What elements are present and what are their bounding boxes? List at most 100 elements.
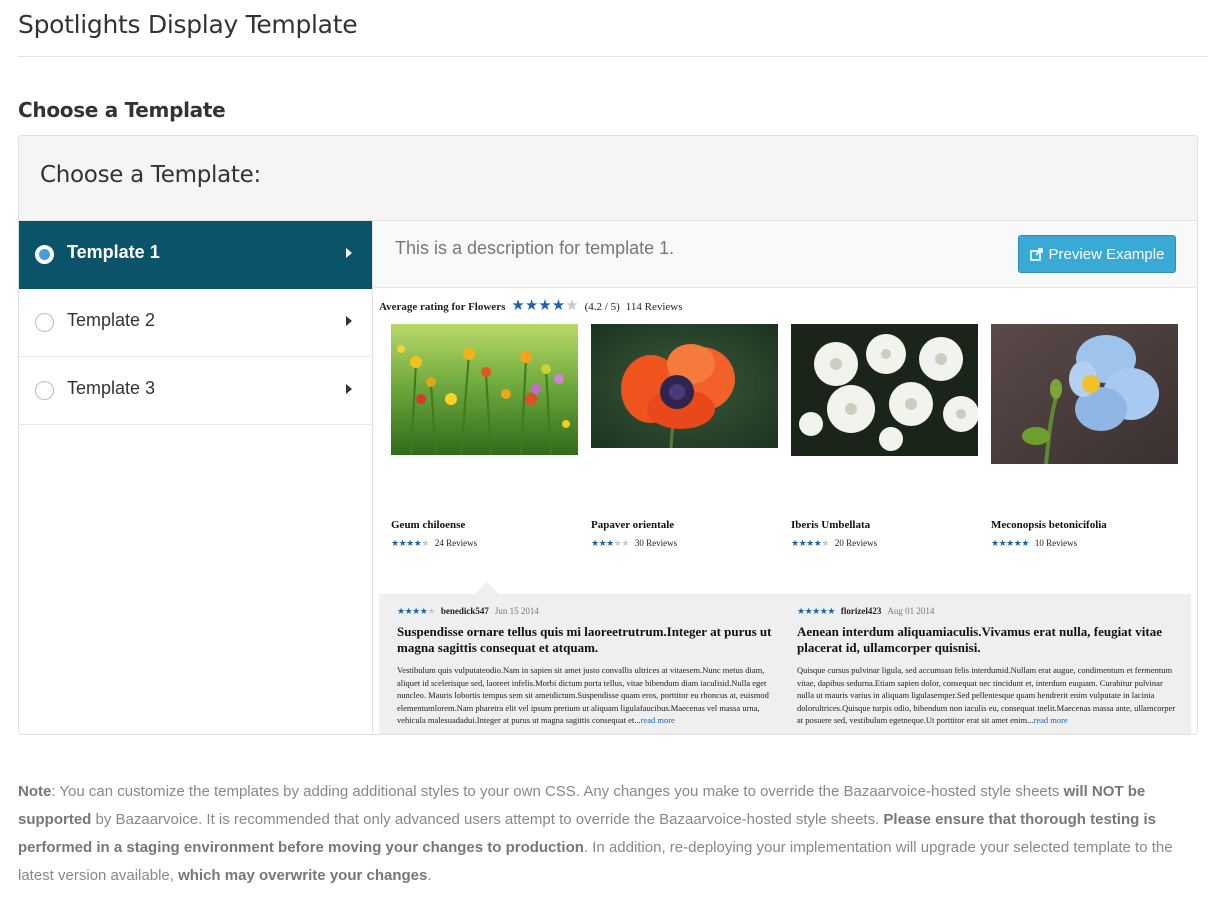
- product-rating-stars: ★ ★ ★ ★ ★: [991, 537, 1029, 548]
- star-filled-icon: ★: [413, 537, 422, 548]
- section-title: Choose a Template: [18, 98, 226, 122]
- preview-example-label: Preview Example: [1048, 245, 1165, 263]
- star-filled-icon: ★: [812, 605, 820, 616]
- note-text-1: : You can customize the templates by add…: [51, 783, 1064, 800]
- template-option-2[interactable]: Template 2: [19, 289, 372, 357]
- template-description-bar: This is a description for template 1. Pr…: [373, 221, 1197, 288]
- review-body: Quisque cursus pulvinar ligula, sed accu…: [797, 664, 1179, 727]
- star-filled-icon: ★: [991, 537, 999, 548]
- template-option-label: Template 2: [67, 310, 156, 330]
- star-filled-icon: ★: [797, 605, 805, 616]
- product-name[interactable]: Meconopsis betonicifolia: [991, 519, 1107, 531]
- star-empty-icon: ★: [821, 537, 829, 548]
- template-description: This is a description for template 1.: [395, 238, 675, 258]
- product-name[interactable]: Geum chiloense: [391, 519, 465, 531]
- product-card[interactable]: Meconopsis betonicifolia ★ ★ ★ ★ ★ 10 Review…: [991, 324, 1179, 548]
- product-card[interactable]: Iberis Umbellata ★ ★ ★ ★ ★ 20 Reviews: [791, 324, 979, 548]
- read-more-link[interactable]: read more: [1034, 715, 1068, 725]
- note-text-4: .: [427, 867, 432, 884]
- reviews-section: ★ ★ ★ ★ ★ benedick547 Jun 15 2014 Suspendiss…: [379, 582, 1191, 734]
- review-rating-stars: ★ ★ ★ ★ ★: [797, 605, 835, 616]
- star-filled-icon: ★: [406, 537, 414, 548]
- star-filled-icon: ★: [419, 605, 428, 616]
- white-flowers-image[interactable]: [791, 324, 978, 456]
- template-option-1[interactable]: Template 1: [19, 221, 372, 289]
- review-body: Vestibulum quis vulputateodio.Nam in sap…: [397, 664, 779, 727]
- star-filled-icon: ★: [791, 537, 799, 548]
- product-card[interactable]: Papaver orientale ★ ★ ★ ★ ★ 30 Reviews: [591, 324, 779, 548]
- star-filled-icon: ★: [1013, 537, 1022, 548]
- wildflower-meadow-image[interactable]: [391, 324, 578, 455]
- product-rating: ★ ★ ★ ★ ★ 10 Reviews: [991, 538, 1077, 548]
- external-link-icon: [1029, 247, 1043, 261]
- template-option-label: Template 3: [67, 378, 156, 398]
- template-chooser-panel: Choose a Template: Template 1 Template 2…: [18, 135, 1198, 735]
- chevron-right-icon[interactable]: ›: [1177, 467, 1186, 492]
- red-poppy-image[interactable]: [591, 324, 778, 448]
- note-bold-3: which may overwrite your changes: [178, 867, 428, 884]
- star-filled-icon: ★: [819, 605, 828, 616]
- product-rating-stars: ★ ★ ★ ★ ★: [391, 537, 429, 548]
- average-rating-label: Average rating for Flowers: [379, 300, 506, 313]
- chevron-right-icon: [346, 248, 352, 258]
- star-filled-icon: ★: [397, 605, 405, 616]
- average-rating-stars: ★ ★ ★ ★ ★: [511, 299, 578, 314]
- product-rating: ★ ★ ★ ★ ★ 24 Reviews: [391, 538, 477, 548]
- product-name[interactable]: Iberis Umbellata: [791, 519, 870, 531]
- template-list: Template 1 Template 2 Template 3: [19, 221, 373, 734]
- star-empty-icon: ★: [621, 537, 629, 548]
- review-meta: ★ ★ ★ ★ ★ benedick547 Jun 15 2014: [397, 606, 779, 616]
- star-filled-icon: ★: [804, 605, 813, 616]
- star-filled-icon: ★: [524, 298, 539, 314]
- star-empty-icon: ★: [427, 605, 435, 616]
- preview-example-button[interactable]: Preview Example: [1018, 235, 1176, 273]
- star-filled-icon: ★: [511, 298, 525, 314]
- review-text: Quisque cursus pulvinar ligula, sed accu…: [797, 665, 1176, 725]
- product-review-count: 20 Reviews: [834, 538, 878, 548]
- review-author: florizel423: [840, 606, 882, 616]
- note-lead: Note: [18, 783, 52, 800]
- template-preview: Average rating for Flowers ★ ★ ★ ★ ★ (4.2 / …: [373, 288, 1197, 734]
- review-card: ★ ★ ★ ★ ★ benedick547 Jun 15 2014 Suspendiss…: [397, 606, 779, 727]
- star-filled-icon: ★: [606, 537, 614, 548]
- radio-unselected-icon[interactable]: [35, 381, 54, 400]
- review-date: Jun 15 2014: [494, 606, 539, 616]
- panel-header: Choose a Template:: [19, 136, 1197, 221]
- page-title: Spotlights Display Template: [18, 10, 358, 39]
- star-filled-icon: ★: [827, 605, 835, 616]
- blue-poppy-image[interactable]: [991, 324, 1178, 464]
- product-name[interactable]: Papaver orientale: [591, 519, 674, 531]
- product-rating-stars: ★ ★ ★ ★ ★: [791, 537, 829, 548]
- star-filled-icon: ★: [798, 537, 807, 548]
- star-empty-icon: ★: [613, 537, 622, 548]
- radio-selected-icon[interactable]: [35, 245, 54, 264]
- product-rating: ★ ★ ★ ★ ★ 20 Reviews: [791, 538, 877, 548]
- product-carousel: Geum chiloense ★ ★ ★ ★ ★ 24 Reviews Papa…: [391, 324, 1186, 554]
- star-filled-icon: ★: [412, 605, 420, 616]
- customization-note: Note: You can customize the templates by…: [18, 778, 1194, 890]
- template-option-3[interactable]: Template 3: [19, 357, 372, 425]
- star-filled-icon: ★: [998, 537, 1007, 548]
- radio-unselected-icon[interactable]: [35, 313, 54, 332]
- product-card[interactable]: Geum chiloense ★ ★ ★ ★ ★ 24 Reviews: [391, 324, 579, 548]
- star-filled-icon: ★: [813, 537, 822, 548]
- review-card: ★ ★ ★ ★ ★ florizel423 Aug 01 2014 Aenean int…: [797, 606, 1179, 727]
- star-filled-icon: ★: [551, 298, 566, 314]
- star-filled-icon: ★: [1006, 537, 1014, 548]
- product-review-count: 10 Reviews: [1034, 538, 1078, 548]
- title-divider: [18, 56, 1208, 57]
- star-filled-icon: ★: [591, 537, 599, 548]
- review-date: Aug 01 2014: [887, 606, 935, 616]
- average-rating-count: 114 Reviews: [625, 300, 683, 313]
- template-detail: This is a description for template 1. Pr…: [373, 221, 1197, 734]
- star-filled-icon: ★: [538, 298, 552, 314]
- star-filled-icon: ★: [404, 605, 413, 616]
- review-title: Suspendisse ornare tellus quis mi laoree…: [397, 624, 772, 655]
- star-empty-icon: ★: [565, 298, 579, 314]
- product-rating: ★ ★ ★ ★ ★ 30 Reviews: [591, 538, 677, 548]
- product-rating-stars: ★ ★ ★ ★ ★: [591, 537, 629, 548]
- read-more-link[interactable]: read more: [641, 715, 675, 725]
- chevron-right-icon: [346, 384, 352, 394]
- star-filled-icon: ★: [598, 537, 607, 548]
- average-rating-row: Average rating for Flowers ★ ★ ★ ★ ★ (4.2 / …: [379, 299, 683, 314]
